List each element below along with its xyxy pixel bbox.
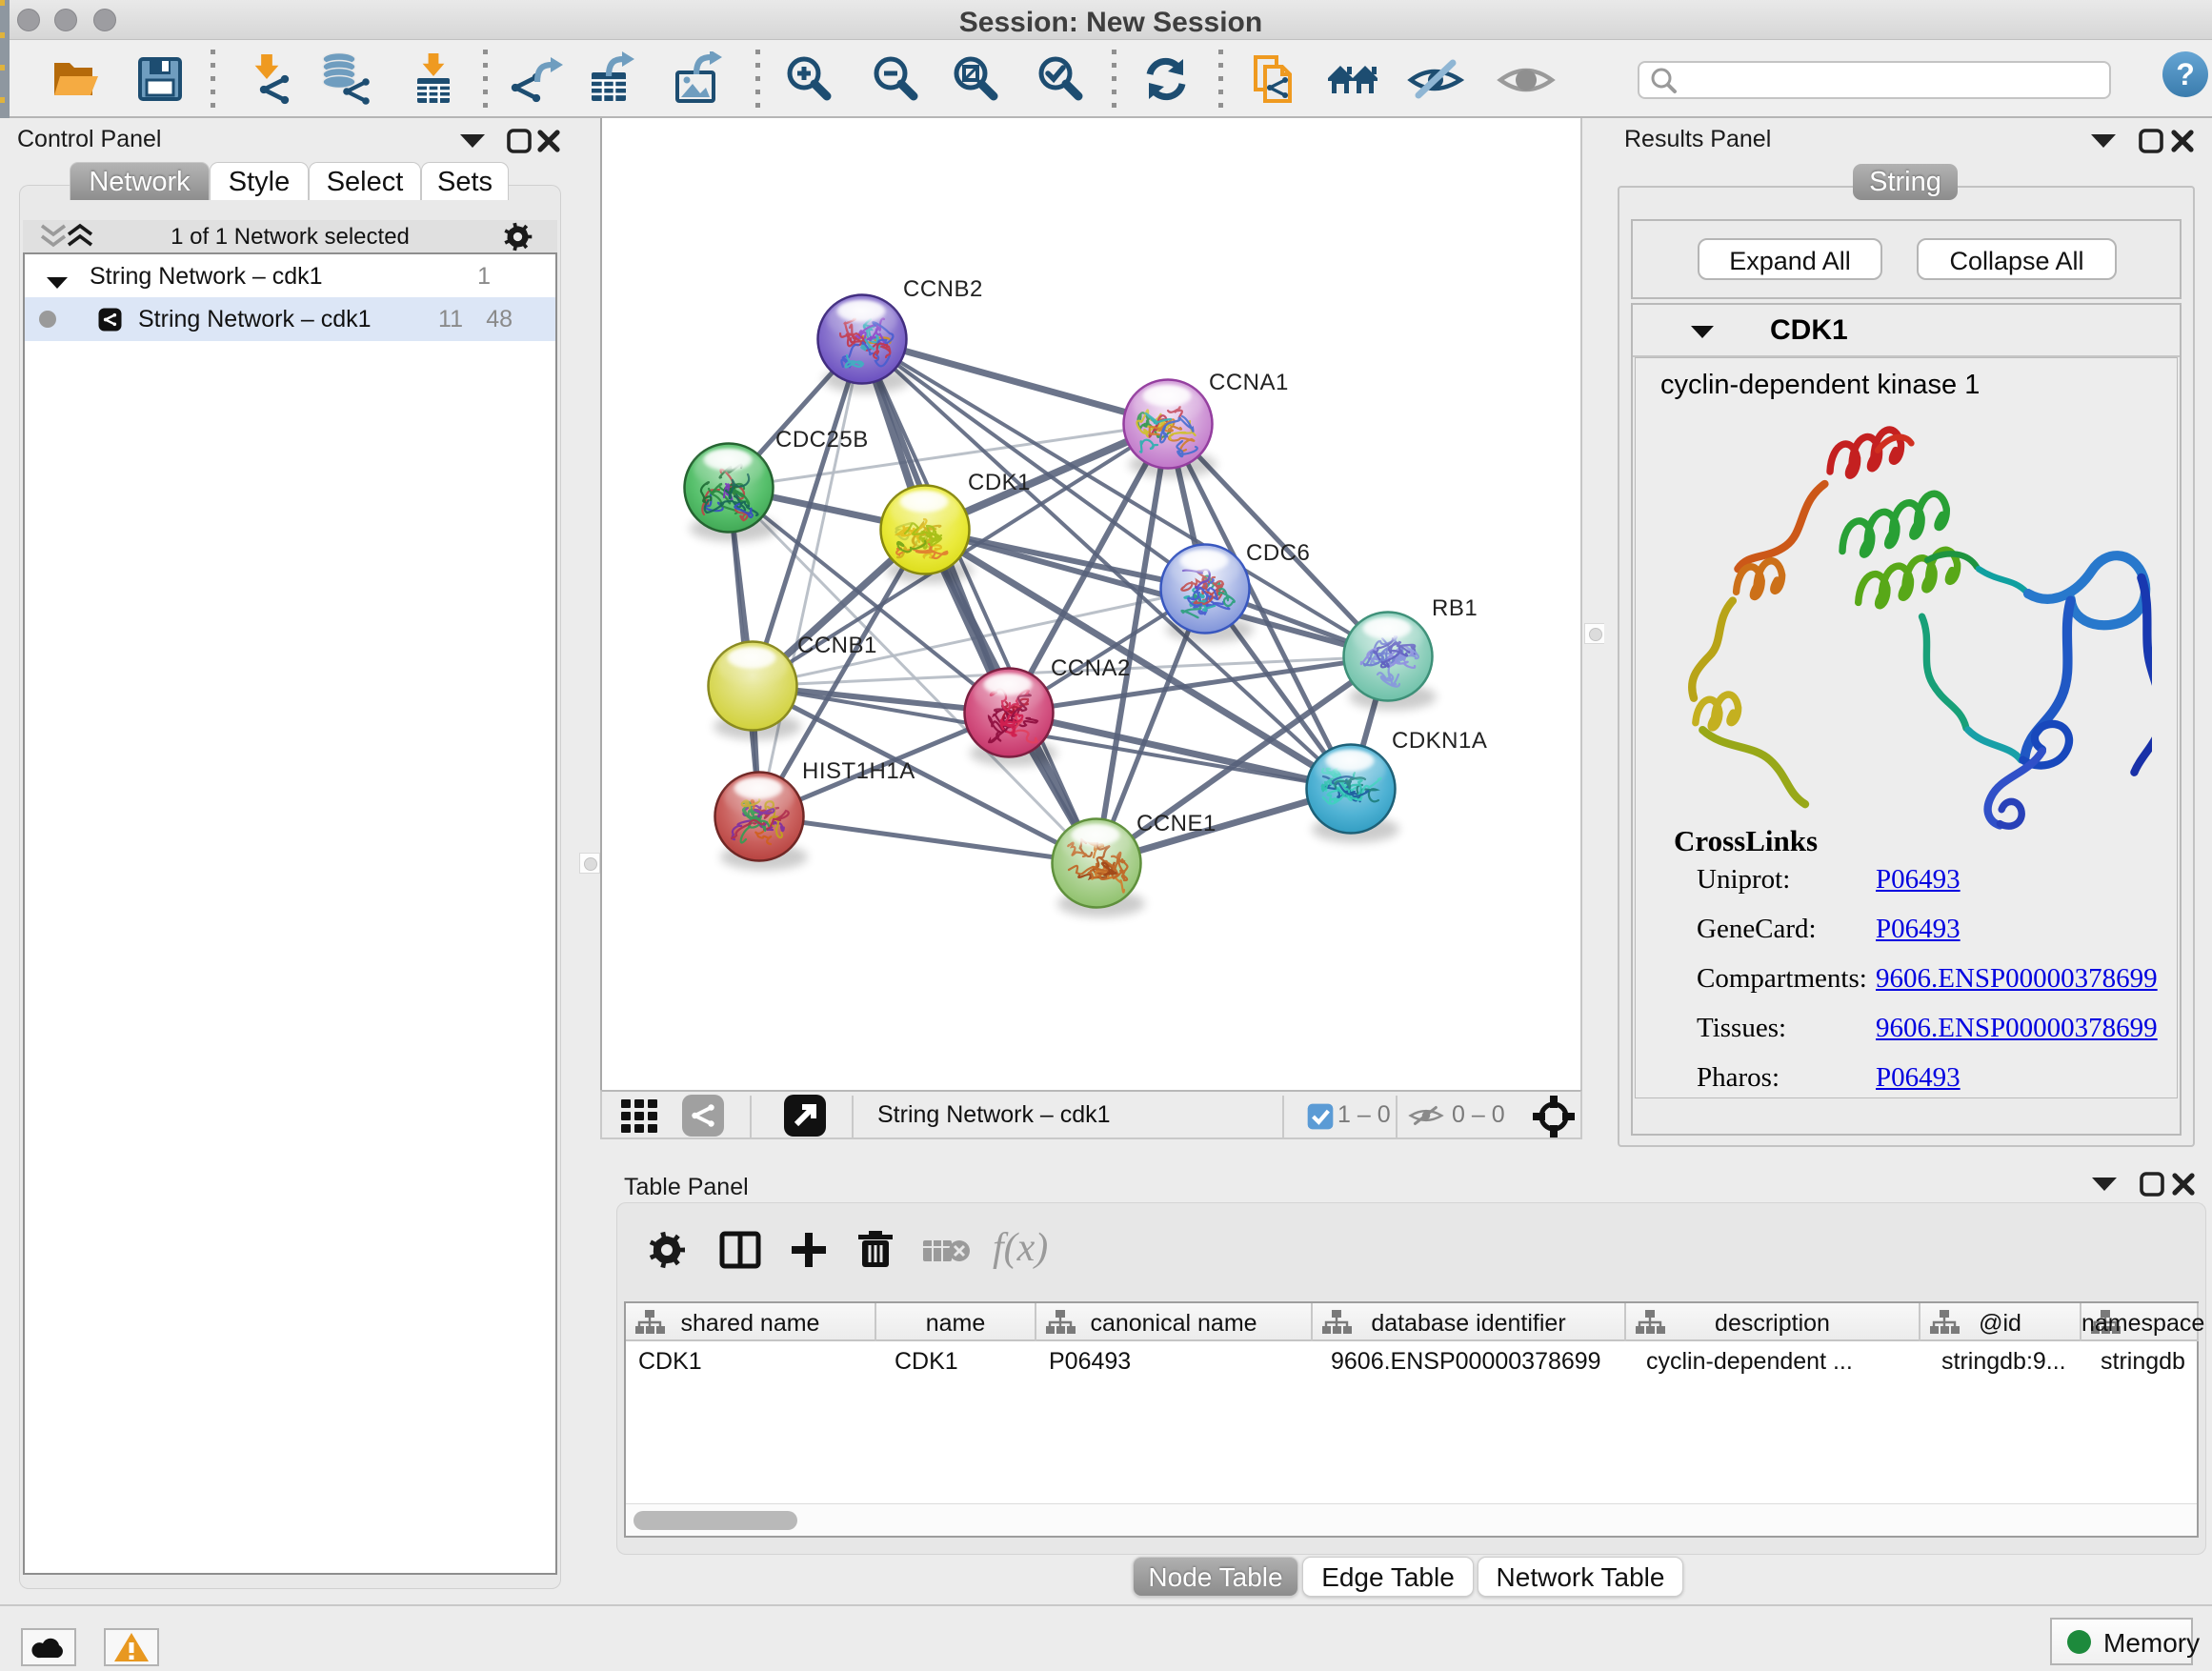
svg-text:CDC6: CDC6	[1246, 540, 1310, 566]
svg-text:HIST1H1A: HIST1H1A	[802, 758, 915, 784]
svg-text:CCNA2: CCNA2	[1051, 655, 1131, 681]
svg-text:?: ?	[2176, 57, 2195, 91]
svg-text:CCNA1: CCNA1	[1209, 370, 1289, 395]
svg-text:CDKN1A: CDKN1A	[1392, 728, 1487, 754]
svg-text:CDK1: CDK1	[968, 470, 1031, 495]
svg-text:CDC25B: CDC25B	[775, 427, 869, 453]
svg-text:CCNB2: CCNB2	[903, 276, 983, 302]
svg-text:CCNE1: CCNE1	[1136, 811, 1217, 836]
svg-text:CCNB1: CCNB1	[797, 633, 877, 658]
svg-text:RB1: RB1	[1432, 595, 1478, 621]
